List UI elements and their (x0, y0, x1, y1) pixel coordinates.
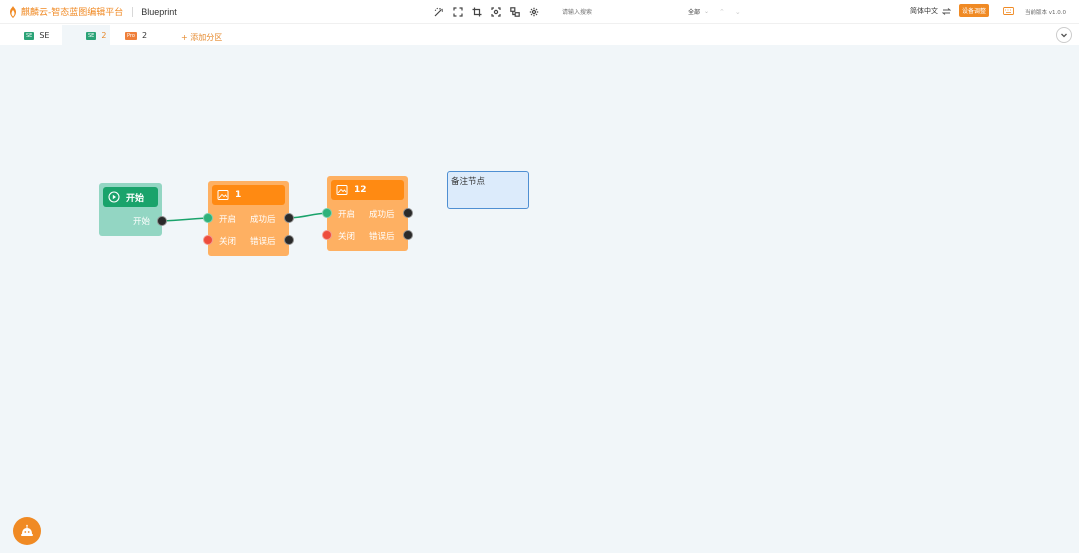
language-label: 简体中文 (910, 7, 938, 15)
expand-icon[interactable] (452, 6, 464, 18)
flow-node-1[interactable]: 1 开启 成功后 关闭 错误后 (203, 181, 294, 256)
chevron-up-icon[interactable]: ⌃ (719, 8, 725, 16)
start-node-header: 开始 (103, 187, 158, 207)
keyboard-icon[interactable] (1003, 7, 1014, 15)
node12-output-error-pin[interactable] (403, 230, 413, 240)
flow-node-12[interactable]: 12 开启 成功后 关闭 错误后 (322, 176, 413, 251)
node12-input-off-pin[interactable] (322, 230, 332, 240)
language-switch[interactable]: 简体中文 (910, 6, 951, 16)
chevron-down-icon (1061, 33, 1067, 38)
add-area-button[interactable]: + 添加分区 (181, 32, 222, 43)
image-icon (217, 190, 229, 200)
gear-icon[interactable] (528, 6, 540, 18)
node12-input-off-label: 关闭 (338, 232, 356, 242)
header-divider (132, 6, 134, 17)
version-label: 当前版本 v1.0.0 (1025, 10, 1066, 16)
crop-icon[interactable] (471, 6, 483, 18)
wires-layer (161, 212, 328, 222)
swap-icon (942, 7, 951, 15)
tab-bar: SE SE SE 2 Pro 2 + 添加分区 (0, 23, 1079, 46)
page-title: Blueprint (141, 6, 177, 17)
node1-output-error-pin[interactable] (284, 235, 294, 245)
flow-node-12-title: 12 (354, 185, 367, 195)
tab-se[interactable]: SE SE (0, 25, 63, 46)
start-node[interactable]: 开始 开始 (99, 183, 167, 236)
start-node-title: 开始 (126, 193, 145, 204)
focus-icon[interactable] (490, 6, 502, 18)
node12-output-success-label: 成功后 (369, 210, 395, 220)
node1-input-on-label: 开启 (219, 215, 237, 225)
node12-input-on-label: 开启 (338, 210, 356, 220)
tab-badge: Pro (125, 31, 137, 40)
flow-node-1-header: 1 (212, 185, 285, 205)
node1-output-success-label: 成功后 (250, 215, 276, 225)
node12-output-success-pin[interactable] (403, 208, 413, 218)
scope-select[interactable]: 全部 ⌄ ⌃ ⌄ (688, 7, 741, 17)
brand-name: 麒麟云-智态蓝图编辑平台 (21, 8, 124, 18)
flow-node-1-title: 1 (235, 190, 242, 200)
play-icon (108, 191, 120, 203)
node12-output-error-label: 错误后 (369, 232, 395, 242)
tab-pro-2[interactable]: Pro 2 (101, 25, 161, 46)
flow-node-12-header: 12 (331, 180, 404, 200)
node1-input-off-label: 关闭 (219, 237, 237, 247)
search-input[interactable] (562, 6, 672, 18)
robot-icon (21, 524, 33, 536)
toolbar (433, 6, 540, 18)
wire-start-to-node1 (161, 217, 209, 222)
note-node[interactable]: 备注节点 (447, 171, 529, 209)
magic-wand-icon[interactable] (433, 6, 445, 18)
tab-label: 2 (141, 31, 148, 40)
node1-input-on-pin[interactable] (203, 213, 213, 223)
tab-label: SE (39, 31, 50, 40)
start-output-label: 开始 (133, 217, 151, 227)
node1-output-success-pin[interactable] (284, 213, 294, 223)
node1-output-error-label: 错误后 (250, 237, 276, 247)
start-output-pin[interactable] (157, 216, 167, 226)
tab-badge: SE (24, 31, 35, 40)
device-adjust-button[interactable]: 设备调整 (959, 4, 990, 17)
collapse-button[interactable] (1056, 27, 1072, 43)
assistant-button[interactable] (13, 517, 41, 545)
logo-icon (10, 5, 16, 18)
brand[interactable]: 麒麟云-智态蓝图编辑平台 (8, 5, 123, 18)
tab-badge: SE (86, 31, 97, 40)
app-header: 麒麟云-智态蓝图编辑平台 Blueprint 全部 ⌄ ⌃ ⌄ 简体中文 (0, 0, 1079, 23)
chevron-down-icon: ⌄ (704, 8, 710, 15)
chevron-down-icon[interactable]: ⌄ (735, 8, 741, 16)
blueprint-canvas[interactable]: 开始 开始 1 开启 成功后 关闭 错误后 12 开启 成功后 关闭 错误后 备… (0, 45, 1079, 553)
node12-input-on-pin[interactable] (322, 208, 332, 218)
image-icon (336, 185, 348, 195)
node1-input-off-pin[interactable] (203, 235, 213, 245)
scope-value: 全部 (688, 9, 701, 16)
layout-icon[interactable] (509, 6, 521, 18)
